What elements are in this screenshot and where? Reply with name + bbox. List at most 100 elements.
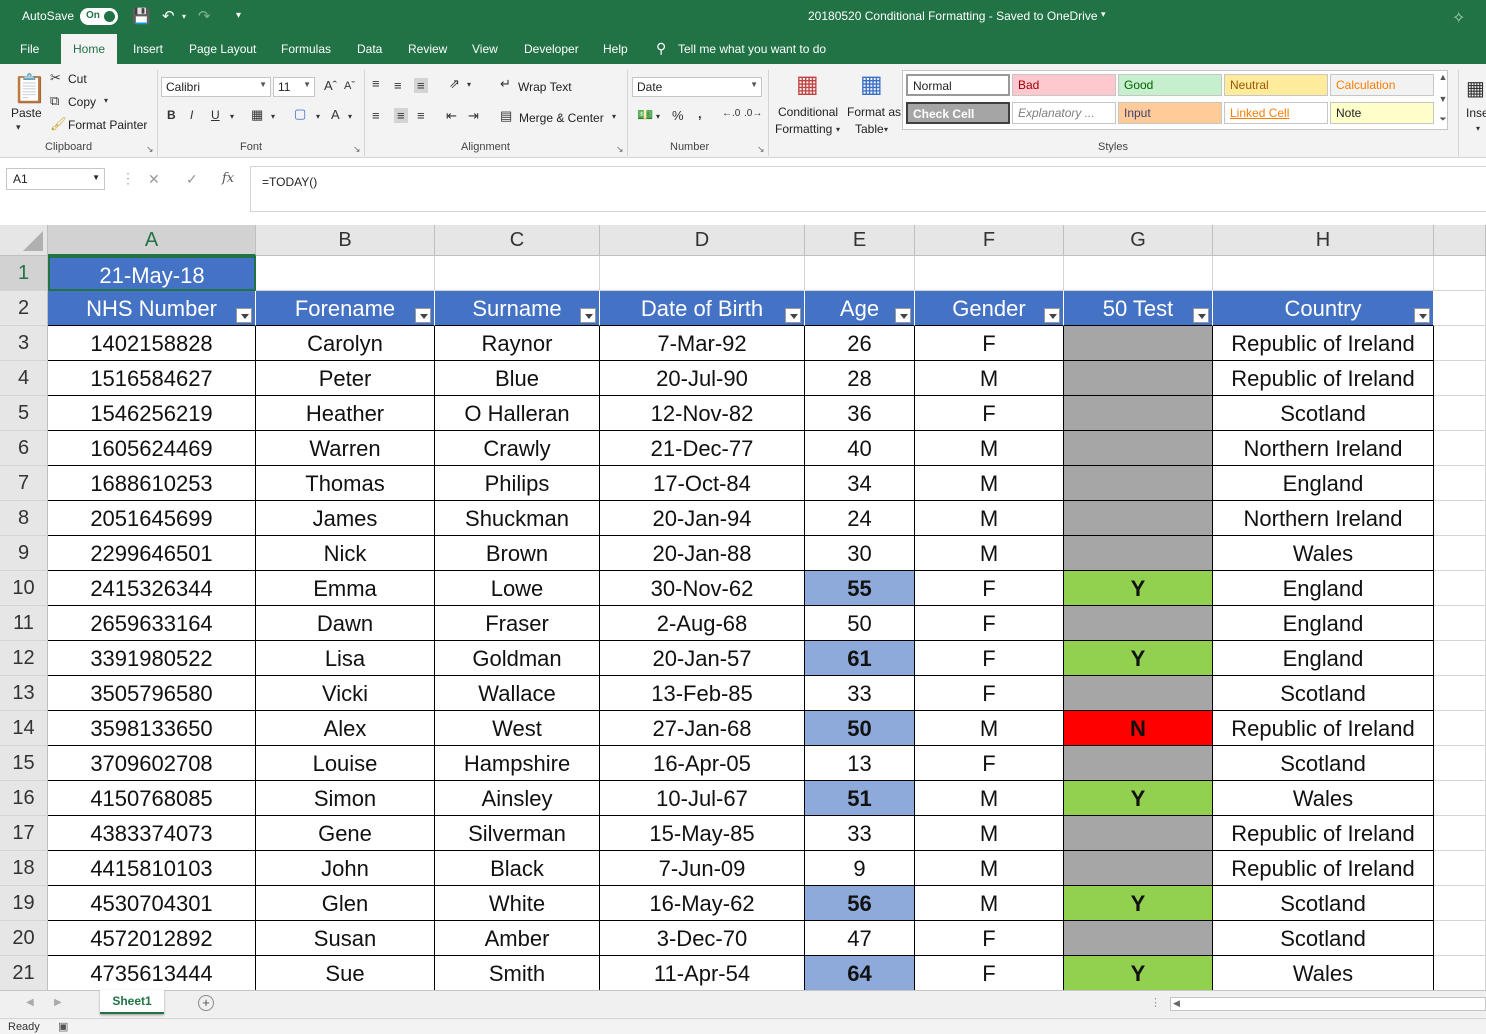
format-as-table-icon[interactable]: ▦ [860, 70, 883, 99]
table-cell-dob[interactable]: 16-Apr-05 [600, 746, 805, 781]
table-cell-country[interactable]: Scotland [1213, 886, 1434, 921]
orientation-icon[interactable]: ⇗ [449, 76, 460, 92]
horizontal-scrollbar[interactable]: ◀ [1170, 997, 1486, 1011]
wrap-text-button[interactable]: Wrap Text [518, 80, 572, 94]
filter-dropdown-icon[interactable] [1414, 308, 1430, 323]
table-cell-surname[interactable]: Crawly [435, 431, 600, 466]
cell-style-explanatory[interactable]: Explanatory ... [1012, 102, 1116, 124]
table-cell-surname[interactable]: O Halleran [435, 396, 600, 431]
save-icon[interactable]: 💾 [132, 7, 151, 25]
empty-cell[interactable] [1434, 921, 1486, 956]
table-cell-dob[interactable]: 20-Jan-88 [600, 536, 805, 571]
row-header[interactable]: 18 [0, 851, 48, 886]
table-cell-age[interactable]: 13 [805, 746, 915, 781]
paste-icon[interactable]: 📋 [12, 72, 47, 105]
font-color-dropdown-icon[interactable]: ▾ [348, 112, 352, 121]
format-painter-icon[interactable]: 🖌 [50, 116, 67, 132]
table-cell-nhs[interactable]: 4383374073 [48, 816, 256, 851]
table-cell-nhs[interactable]: 1546256219 [48, 396, 256, 431]
filter-dropdown-icon[interactable] [236, 308, 252, 323]
prev-sheet-icon[interactable]: ◀ [26, 997, 34, 1008]
row-header[interactable]: 20 [0, 921, 48, 956]
table-cell-surname[interactable]: Smith [435, 956, 600, 991]
insert-cells-button[interactable]: Inse [1466, 106, 1486, 120]
table-cell-gender[interactable]: F [915, 956, 1064, 991]
table-cell-test[interactable] [1064, 606, 1213, 641]
table-cell-forename[interactable]: Warren [256, 431, 435, 466]
table-cell-gender[interactable]: M [915, 466, 1064, 501]
table-cell-forename[interactable]: Emma [256, 571, 435, 606]
table-cell-gender[interactable]: M [915, 536, 1064, 571]
cell-style-note[interactable]: Note [1330, 102, 1434, 124]
filter-dropdown-icon[interactable] [1193, 308, 1209, 323]
borders-dropdown-icon[interactable]: ▾ [271, 112, 275, 121]
row-header[interactable]: 15 [0, 746, 48, 781]
table-cell-nhs[interactable]: 3709602708 [48, 746, 256, 781]
table-cell-forename[interactable]: Lisa [256, 641, 435, 676]
grow-font-icon[interactable]: Aˆ [324, 78, 337, 93]
clipboard-launcher-icon[interactable]: ↘ [146, 144, 154, 155]
document-title[interactable]: 20180520 Conditional Formatting - Saved … [808, 9, 1098, 23]
cell-style-calculation[interactable]: Calculation [1330, 74, 1434, 96]
cell-style-normal[interactable]: Normal [906, 74, 1010, 96]
customize-qat-icon[interactable]: ▾ [236, 10, 241, 21]
title-dropdown-icon[interactable]: ▾ [1101, 9, 1106, 20]
sheet-tab-sheet1[interactable]: Sheet1 [100, 990, 164, 1014]
table-cell-dob[interactable]: 20-Jan-57 [600, 641, 805, 676]
empty-cell[interactable] [600, 256, 805, 291]
table-cell-surname[interactable]: Shuckman [435, 501, 600, 536]
insert-dropdown-icon[interactable]: ▾ [1476, 124, 1480, 133]
row-header[interactable]: 12 [0, 641, 48, 676]
table-cell-age[interactable]: 40 [805, 431, 915, 466]
font-launcher-icon[interactable]: ↘ [353, 144, 361, 155]
bold-button[interactable]: B [167, 108, 176, 122]
table-cell-test[interactable]: Y [1064, 781, 1213, 816]
enter-icon[interactable]: ✓ [186, 171, 198, 188]
gallery-up-icon[interactable]: ▲ [1437, 72, 1449, 82]
tab-developer[interactable]: Developer [524, 42, 579, 56]
table-header-cell[interactable]: Date of Birth [600, 291, 805, 326]
empty-cell[interactable] [915, 256, 1064, 291]
empty-cell[interactable] [1434, 641, 1486, 676]
autosave-toggle[interactable]: On [80, 8, 118, 25]
row-header[interactable]: 7 [0, 466, 48, 501]
table-cell-country[interactable]: Northern Ireland [1213, 501, 1434, 536]
table-cell-age[interactable]: 56 [805, 886, 915, 921]
table-cell-surname[interactable]: Philips [435, 466, 600, 501]
cancel-icon[interactable]: ✕ [148, 171, 160, 188]
empty-cell[interactable] [1434, 571, 1486, 606]
empty-cell[interactable] [1434, 956, 1486, 991]
table-cell-surname[interactable]: Brown [435, 536, 600, 571]
table-header-cell[interactable]: NHS Number [48, 291, 256, 326]
table-cell-dob[interactable]: 7-Mar-92 [600, 326, 805, 361]
gallery-more-icon[interactable]: ⏷ [1437, 114, 1449, 125]
table-cell-age[interactable]: 33 [805, 816, 915, 851]
row-header[interactable]: 2 [0, 291, 48, 326]
table-cell-gender[interactable]: F [915, 396, 1064, 431]
table-cell-surname[interactable]: Black [435, 851, 600, 886]
table-cell-age[interactable]: 34 [805, 466, 915, 501]
paste-button[interactable]: Paste [11, 106, 42, 120]
empty-cell[interactable] [1434, 781, 1486, 816]
cell-style-input[interactable]: Input [1118, 102, 1222, 124]
copy-icon[interactable]: ⧉ [50, 93, 59, 109]
table-cell-test[interactable] [1064, 851, 1213, 886]
table-cell-dob[interactable]: 11-Apr-54 [600, 956, 805, 991]
row-header[interactable]: 17 [0, 816, 48, 851]
row-header[interactable]: 1 [0, 256, 48, 291]
table-header-cell[interactable]: 50 Test [1064, 291, 1213, 326]
table-cell-country[interactable]: Scotland [1213, 396, 1434, 431]
italic-button[interactable]: I [190, 108, 193, 122]
macro-record-icon[interactable]: ▣ [58, 1020, 68, 1033]
currency-dropdown-icon[interactable]: ▾ [656, 112, 660, 121]
table-cell-gender[interactable]: F [915, 571, 1064, 606]
add-sheet-icon[interactable]: + [198, 995, 214, 1011]
tab-home[interactable]: Home [61, 34, 118, 64]
table-cell-test[interactable] [1064, 536, 1213, 571]
filter-dropdown-icon[interactable] [895, 308, 911, 323]
table-cell-surname[interactable]: Raynor [435, 326, 600, 361]
table-cell-forename[interactable]: Gene [256, 816, 435, 851]
tab-insert[interactable]: Insert [133, 42, 163, 56]
table-cell-age[interactable]: 9 [805, 851, 915, 886]
table-cell-gender[interactable]: M [915, 711, 1064, 746]
